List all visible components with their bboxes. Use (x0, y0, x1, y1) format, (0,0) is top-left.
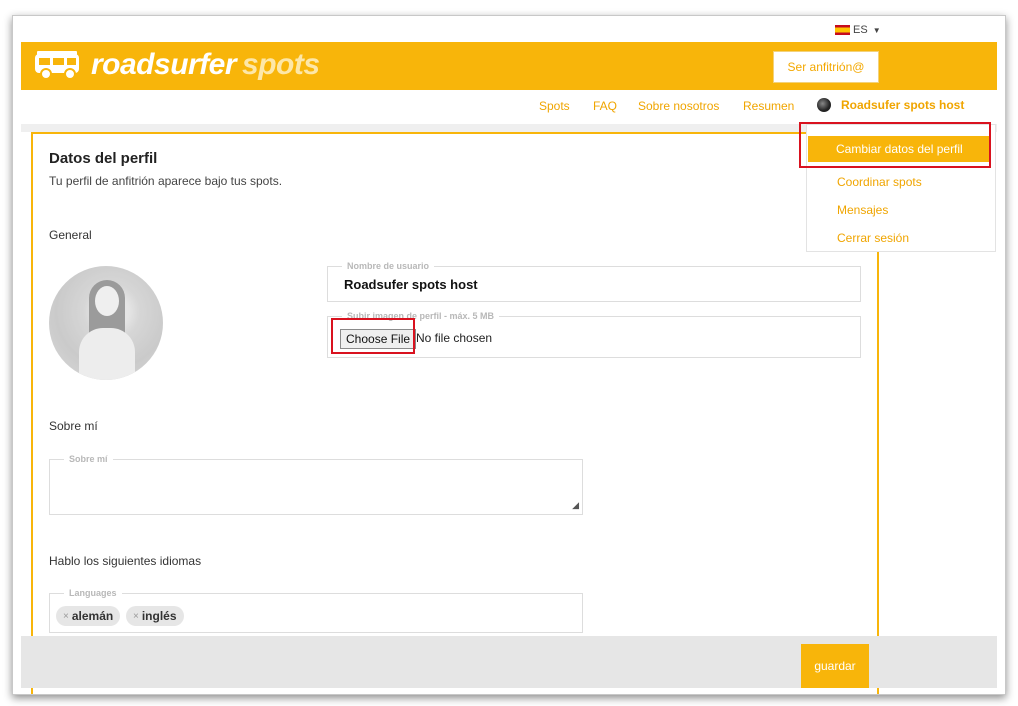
upload-status: No file chosen (416, 331, 493, 345)
language-tag-label: alemán (71, 609, 114, 623)
avatar (817, 98, 831, 112)
nav-about[interactable]: Sobre nosotros (638, 99, 719, 113)
profile-photo (49, 266, 163, 380)
nav-spots[interactable]: Spots (539, 99, 570, 113)
user-name: Roadsufer spots host (841, 98, 965, 112)
menu-item-coordinate-spots[interactable]: Coordinar spots (837, 175, 922, 189)
language-tag[interactable]: × inglés (126, 606, 184, 626)
language-selector[interactable]: ES ▼ (835, 24, 881, 36)
highlight-box-file (331, 318, 415, 354)
main-nav: Spots FAQ Sobre nosotros Resumen Roadsuf… (21, 90, 997, 125)
spain-flag-icon (835, 25, 850, 35)
language-label: ES (853, 24, 868, 36)
logo-suffix: spots (242, 48, 320, 81)
photo-face (95, 286, 119, 316)
page-subtitle: Tu perfil de anfitrión aparece bajo tus … (49, 174, 283, 188)
language-tag[interactable]: × alemán (56, 606, 121, 626)
photo-body (79, 328, 135, 380)
user-menu-toggle[interactable]: Roadsufer spots host (817, 98, 964, 112)
languages-legend: Languages (64, 588, 122, 598)
page-title: Datos del perfil (49, 150, 158, 167)
van-icon (35, 51, 79, 80)
languages-heading: Hablo los siguientes idiomas (49, 554, 202, 568)
username-value: Roadsufer spots host (344, 277, 478, 292)
remove-tag-icon[interactable]: × (63, 611, 69, 622)
about-heading: Sobre mí (49, 419, 98, 433)
nav-summary[interactable]: Resumen (743, 99, 794, 113)
nav-faq[interactable]: FAQ (593, 99, 617, 113)
about-textarea[interactable]: Sobre mí ◢ (49, 454, 583, 515)
general-heading: General (49, 228, 92, 242)
save-button[interactable]: guardar (801, 644, 869, 688)
menu-item-messages[interactable]: Mensajes (837, 203, 888, 217)
highlight-box-menu (799, 122, 991, 168)
caret-down-icon: ▼ (872, 25, 881, 35)
logo[interactable]: roadsurfer spots (33, 48, 320, 82)
logo-brand: roadsurfer (91, 48, 237, 81)
language-tag-label: inglés (141, 609, 177, 623)
remove-tag-icon[interactable]: × (133, 611, 139, 622)
about-legend: Sobre mí (64, 454, 113, 464)
resize-handle-icon[interactable]: ◢ (572, 500, 579, 511)
logo-text: roadsurfer spots (91, 48, 320, 82)
username-field[interactable]: Nombre de usuario Roadsufer spots host (327, 261, 861, 302)
browser-window: ES ▼ roadsurfer spots Ser anfitrión@ Spot… (12, 15, 1006, 695)
profile-card: Datos del perfil Tu perfil de anfitrión … (31, 132, 879, 694)
become-host-button[interactable]: Ser anfitrión@ (773, 51, 879, 83)
username-legend: Nombre de usuario (342, 261, 435, 271)
languages-field[interactable]: Languages × alemán × inglés (49, 588, 583, 633)
menu-item-logout[interactable]: Cerrar sesión (837, 231, 909, 245)
header-bar: roadsurfer spots Ser anfitrión@ (21, 42, 997, 90)
